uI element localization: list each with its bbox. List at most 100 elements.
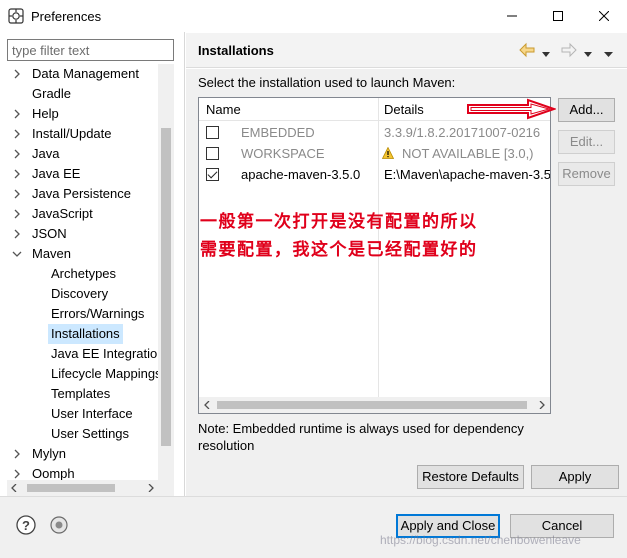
chevron-right-icon[interactable] bbox=[12, 444, 22, 464]
table-horizontal-scrollbar[interactable] bbox=[199, 397, 550, 413]
tree-item-label: Install/Update bbox=[32, 126, 112, 141]
table-row[interactable]: EMBEDDED 3.3.9/1.8.2.20171007-0216 bbox=[199, 122, 550, 143]
chevron-down-icon[interactable] bbox=[12, 244, 22, 264]
tree-item-label: Data Management bbox=[32, 66, 139, 81]
tree-horizontal-scrollbar[interactable] bbox=[7, 480, 158, 496]
page-title: Installations bbox=[198, 43, 274, 58]
tree-item[interactable]: JSON bbox=[7, 224, 158, 244]
tree-item[interactable]: Java bbox=[7, 144, 158, 164]
table-row[interactable]: WORKSPACE NOT AVAILABLE [3.0,) bbox=[199, 143, 550, 164]
chevron-right-icon[interactable] bbox=[12, 224, 22, 244]
tree-item[interactable]: User Settings bbox=[7, 424, 158, 444]
chevron-right-icon[interactable] bbox=[12, 164, 22, 184]
chevron-right-icon[interactable] bbox=[12, 124, 22, 144]
chevron-right-icon[interactable] bbox=[12, 184, 22, 204]
back-button[interactable] bbox=[519, 42, 535, 58]
table-row[interactable]: apache-maven-3.5.0 E:\Maven\apache-maven-… bbox=[199, 164, 550, 185]
maximize-button[interactable] bbox=[535, 0, 581, 32]
tree-item-label: Errors/Warnings bbox=[51, 306, 145, 321]
chevron-right-icon[interactable] bbox=[12, 204, 22, 224]
tree-item[interactable]: Mylyn bbox=[7, 444, 158, 464]
column-header-details[interactable]: Details bbox=[384, 102, 424, 117]
tree-item-label: Lifecycle Mappings bbox=[51, 366, 162, 381]
tree-item[interactable]: User Interface bbox=[7, 404, 158, 424]
table-horizontal-scroll-thumb[interactable] bbox=[217, 401, 527, 409]
view-menu[interactable] bbox=[604, 46, 613, 62]
tree-item-label: Mylyn bbox=[32, 446, 66, 461]
back-dropdown[interactable] bbox=[542, 46, 550, 62]
installation-checkbox[interactable] bbox=[206, 147, 219, 160]
tree-item-label: Java bbox=[32, 146, 60, 161]
scroll-right-icon[interactable] bbox=[147, 484, 155, 492]
scroll-right-icon[interactable] bbox=[538, 401, 546, 409]
tree-item[interactable]: Discovery bbox=[7, 284, 158, 304]
tree-item-label: User Settings bbox=[51, 426, 130, 441]
close-button[interactable] bbox=[581, 0, 627, 32]
add-button[interactable]: Add... bbox=[558, 98, 615, 122]
tree-item-label: JSON bbox=[32, 226, 67, 241]
tree-item[interactable]: Maven bbox=[7, 244, 158, 264]
tree-item-label: Java EE Integration bbox=[51, 346, 165, 361]
tree-vertical-scroll-thumb[interactable] bbox=[161, 128, 171, 446]
import-export-preferences-icon[interactable] bbox=[50, 516, 68, 534]
tree-item[interactable]: Java EE Integration bbox=[7, 344, 164, 364]
chevron-right-icon[interactable] bbox=[12, 144, 22, 164]
installation-checkbox[interactable] bbox=[206, 168, 219, 181]
tree-item[interactable]: Help bbox=[7, 104, 158, 124]
window-title: Preferences bbox=[31, 9, 102, 24]
back-arrow-icon bbox=[519, 42, 535, 58]
embedded-runtime-note: Note: Embedded runtime is always used fo… bbox=[198, 421, 524, 453]
help-icon[interactable]: ? bbox=[16, 515, 36, 535]
installation-details: NOT AVAILABLE [3.0,) bbox=[402, 146, 534, 161]
filter-input[interactable] bbox=[7, 39, 174, 61]
svg-text:?: ? bbox=[22, 518, 30, 533]
chevron-right-icon[interactable] bbox=[12, 64, 22, 84]
annotation-line-1: 一般第一次打开是没有配置的所以 bbox=[200, 212, 478, 232]
forward-arrow-icon bbox=[561, 42, 577, 58]
installation-name: apache-maven-3.5.0 bbox=[241, 167, 361, 182]
tree-item[interactable]: Data Management bbox=[7, 64, 158, 84]
scroll-left-icon[interactable] bbox=[10, 484, 18, 492]
title-bar: Preferences bbox=[0, 0, 627, 32]
annotation-line-2: 需要配置，我这个是已经配置好的 bbox=[200, 240, 478, 260]
forward-button[interactable] bbox=[561, 42, 577, 58]
tree-item[interactable]: Java EE bbox=[7, 164, 158, 184]
column-header-name[interactable]: Name bbox=[206, 102, 241, 117]
tree-item-label: Java EE bbox=[32, 166, 81, 181]
installation-name: WORKSPACE bbox=[241, 146, 325, 161]
minimize-icon bbox=[507, 15, 517, 17]
tree-item[interactable]: Java Persistence bbox=[7, 184, 158, 204]
tree-item[interactable]: Lifecycle Mappings bbox=[7, 364, 162, 384]
tree-item[interactable]: JavaScript bbox=[7, 204, 158, 224]
maximize-icon bbox=[553, 11, 563, 21]
installation-name: EMBEDDED bbox=[241, 125, 315, 140]
tree-horizontal-scroll-thumb[interactable] bbox=[27, 484, 115, 492]
tree-item-label: JavaScript bbox=[32, 206, 93, 221]
tree-item-label: Templates bbox=[51, 386, 111, 401]
tree-item-label: User Interface bbox=[51, 406, 133, 421]
tree-item[interactable]: Install/Update bbox=[7, 124, 158, 144]
tree-item[interactable]: Installations bbox=[7, 324, 158, 344]
chevron-down-icon bbox=[584, 52, 592, 57]
pane-divider[interactable] bbox=[184, 32, 185, 496]
tree-item[interactable]: Templates bbox=[7, 384, 158, 404]
tree-item-label: Java Persistence bbox=[32, 186, 131, 201]
apply-button[interactable]: Apply bbox=[531, 465, 619, 489]
tree-item[interactable]: Errors/Warnings bbox=[7, 304, 158, 324]
tree-item[interactable]: Gradle bbox=[7, 84, 158, 104]
edit-button[interactable]: Edit... bbox=[558, 130, 615, 154]
restore-defaults-button[interactable]: Restore Defaults bbox=[417, 465, 524, 489]
tree-item[interactable]: Archetypes bbox=[7, 264, 158, 284]
tree-vertical-scrollbar[interactable] bbox=[158, 64, 174, 496]
annotation-arrow-icon bbox=[467, 98, 556, 120]
remove-button[interactable]: Remove bbox=[558, 162, 615, 186]
annotation-text: 一般第一次打开是没有配置的所以 需要配置，我这个是已经配置好的 bbox=[200, 208, 560, 264]
minimize-button[interactable] bbox=[489, 0, 535, 32]
forward-dropdown[interactable] bbox=[584, 46, 592, 62]
scroll-left-icon[interactable] bbox=[203, 401, 211, 409]
preferences-tree[interactable]: Data Management Gradle Help Install/Update J… bbox=[7, 64, 174, 482]
installation-checkbox[interactable] bbox=[206, 126, 219, 139]
eclipse-app-icon bbox=[8, 8, 24, 24]
tree-item-label: Maven bbox=[32, 246, 72, 261]
chevron-right-icon[interactable] bbox=[12, 104, 22, 124]
